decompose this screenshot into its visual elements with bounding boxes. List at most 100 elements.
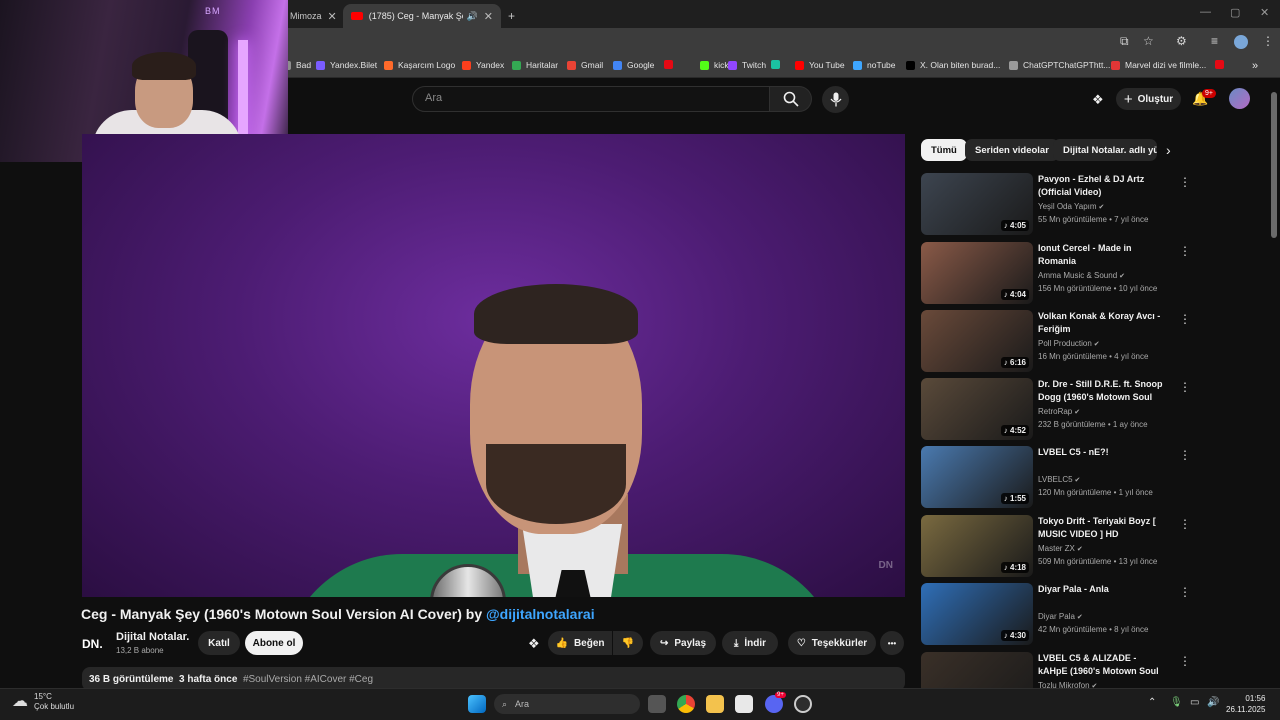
bookmark-item[interactable]: Google (613, 60, 654, 70)
more-options-icon[interactable]: ⋮ (1179, 312, 1191, 326)
suggested-channel-name[interactable]: Amma Music & Sound ✔ (1038, 271, 1125, 280)
bookmark-item[interactable] (771, 60, 785, 69)
dislike-button[interactable]: 👎 (613, 631, 643, 655)
weather-widget[interactable]: ☁ 15°C Çok bulutlu (12, 692, 74, 712)
more-options-icon[interactable]: ⋮ (1179, 244, 1191, 258)
video-thumbnail[interactable]: ♪ 6:16 (921, 310, 1033, 372)
subscribe-button[interactable]: Abone ol (245, 631, 303, 655)
bookmark-item[interactable]: You Tube (795, 60, 845, 70)
search-input[interactable]: Ara (412, 86, 770, 112)
file-explorer-icon[interactable] (706, 695, 724, 713)
bookmark-item[interactable]: Yandex.Bilet (316, 60, 377, 70)
suggested-video-title[interactable]: Dr. Dre - Still D.R.E. ft. Snoop Dogg (1… (1038, 378, 1168, 404)
video-thumbnail[interactable]: ♪ 4:52 (921, 378, 1033, 440)
bookmark-item[interactable]: X. Olan biten burad... (906, 60, 1000, 70)
thanks-button[interactable]: ♡ Teşekkürler (788, 631, 876, 655)
chip-series[interactable]: Seriden videolar (965, 139, 1059, 161)
bookmark-item[interactable]: Marvel dizi ve filmle... (1111, 60, 1206, 70)
suggested-video-title[interactable]: Ionut Cercel - Made in Romania (1038, 242, 1168, 268)
ai-sparkle-icon[interactable]: ❖ (528, 636, 540, 652)
tab-mimoza[interactable]: Mimoza ✕ (282, 4, 340, 28)
bookmark-item[interactable]: Twitch (728, 60, 766, 70)
bookmark-item[interactable]: Gmail (567, 60, 603, 70)
suggested-video-title[interactable]: LVBEL C5 - nE?! (1038, 446, 1168, 459)
tray-chevron-up-icon[interactable]: ⌃ (1148, 697, 1156, 708)
task-view-icon[interactable] (648, 695, 666, 713)
suggested-video-title[interactable]: Volkan Konak & Koray Avcı - Feriğim (1038, 310, 1168, 336)
tray-microphone-icon[interactable]: 🎙 (1170, 697, 1183, 708)
chrome-icon[interactable] (677, 695, 695, 713)
voice-search-button[interactable] (822, 86, 849, 113)
bookmark-item[interactable]: noTube (853, 60, 896, 70)
suggested-video-title[interactable]: Pavyon - Ezhel & DJ Artz (Official Video… (1038, 173, 1168, 199)
bookmark-item[interactable] (664, 60, 678, 69)
suggested-video[interactable]: ♪ 4:05 Pavyon - Ezhel & DJ Artz (Official… (921, 173, 1191, 235)
suggested-video[interactable]: ♪ 4:04 Ionut Cercel - Made in Romania Amma… (921, 242, 1191, 304)
close-icon[interactable]: ✕ (478, 10, 493, 23)
bookmark-star-icon[interactable]: ☆ (1143, 34, 1154, 48)
bookmark-item[interactable] (1215, 60, 1229, 69)
download-button[interactable]: ⤓ İndir (722, 631, 778, 655)
channel-handle-link[interactable]: @dijitalnotalarai (486, 606, 595, 622)
video-thumbnail[interactable]: ♪ 4:30 (921, 583, 1033, 645)
maximize-button[interactable]: ▢ (1230, 6, 1240, 19)
bookmark-item[interactable]: Yandex (462, 60, 504, 70)
suggested-channel-name[interactable]: Poll Production ✔ (1038, 339, 1100, 348)
chevron-right-icon[interactable]: › (1166, 142, 1171, 158)
video-thumbnail[interactable]: ♪ 4:04 (921, 242, 1033, 304)
speaker-icon[interactable]: 🔊 (467, 11, 478, 22)
profile-avatar[interactable] (1234, 35, 1248, 49)
browser-menu-icon[interactable]: ⋮ (1262, 34, 1274, 48)
more-bookmarks-button[interactable]: » (1252, 60, 1258, 72)
hashtags[interactable]: #SoulVersion #AICover #Ceg (243, 674, 373, 685)
tab-youtube-video[interactable]: (1785) Ceg - Manyak Şey (1960's Motown S… (343, 4, 501, 28)
video-thumbnail[interactable]: ♪ 4:18 (921, 515, 1033, 577)
microsoft-store-icon[interactable] (735, 695, 753, 713)
tray-volume-icon[interactable]: 🔊 (1207, 697, 1219, 708)
suggested-channel-name[interactable]: Yeşil Oda Yapım ✔ (1038, 202, 1104, 211)
chip-channel[interactable]: Dijital Notalar. adlı yük (1053, 139, 1157, 161)
suggested-video-title[interactable]: Diyar Pala - Anla (1038, 583, 1168, 596)
bookmark-item[interactable]: ChatGPTChatGPThtt... (1009, 60, 1110, 70)
window-close-button[interactable]: ✕ (1260, 6, 1269, 19)
chip-all[interactable]: Tümü (921, 139, 967, 161)
bookmark-item[interactable]: Kaşarcım Logo (384, 60, 455, 70)
more-options-icon[interactable]: ⋮ (1179, 585, 1191, 599)
account-avatar[interactable] (1229, 88, 1250, 109)
close-icon[interactable]: ✕ (322, 10, 337, 23)
new-tab-button[interactable]: + (504, 4, 522, 28)
suggested-video[interactable]: ♪ 1:55 LVBEL C5 - nE?! LVBELC5 ✔ 120 Mn gör… (921, 446, 1191, 508)
system-clock[interactable]: 01:56 26.11.2025 (1226, 693, 1265, 715)
cast-icon[interactable]: ⧉ (1120, 34, 1129, 49)
video-thumbnail[interactable]: ♪ 4:05 (921, 173, 1033, 235)
suggested-video-title[interactable]: Tokyo Drift - Teriyaki Boyz [ MUSIC VIDE… (1038, 515, 1168, 541)
join-button[interactable]: Katıl (198, 631, 240, 655)
channel-name[interactable]: Dijital Notalar. (116, 631, 189, 643)
create-button[interactable]: + Oluştur (1116, 88, 1181, 110)
more-options-icon[interactable]: ⋮ (1179, 175, 1191, 189)
more-options-icon[interactable]: ⋮ (1179, 448, 1191, 462)
premium-gift-icon[interactable]: ❖ (1092, 92, 1104, 108)
more-actions-button[interactable]: ••• (880, 631, 904, 655)
minimize-button[interactable]: — (1200, 6, 1211, 18)
start-menu-icon[interactable] (468, 695, 486, 713)
extensions-icon[interactable]: ⚙ (1176, 34, 1187, 48)
suggested-channel-name[interactable]: RetroRap ✔ (1038, 407, 1080, 416)
video-player[interactable]: DN (82, 134, 905, 597)
suggested-video[interactable]: ♪ 4:52 Dr. Dre - Still D.R.E. ft. Snoop D… (921, 378, 1191, 440)
more-options-icon[interactable]: ⋮ (1179, 517, 1191, 531)
share-button[interactable]: ↪ Paylaş (650, 631, 716, 655)
channel-logo[interactable]: DN. (82, 632, 108, 656)
suggested-video[interactable]: ♪ 6:16 Volkan Konak & Koray Avcı - Feriği… (921, 310, 1191, 372)
like-button[interactable]: 👍 Beğen (548, 631, 612, 655)
bookmark-item[interactable]: Haritalar (512, 60, 558, 70)
scrollbar-thumb[interactable] (1271, 92, 1277, 238)
suggested-channel-name[interactable]: LVBELC5 ✔ (1038, 475, 1080, 484)
bookmark-item[interactable]: kick (700, 60, 729, 70)
more-options-icon[interactable]: ⋮ (1179, 654, 1191, 668)
obs-icon[interactable] (794, 695, 812, 713)
suggested-video-title[interactable]: LVBEL C5 & ALIZADE - kAHpE (1960's Motow… (1038, 652, 1168, 678)
suggested-video[interactable]: ♪ 4:30 Diyar Pala - Anla Diyar Pala ✔ 42 Mn… (921, 583, 1191, 645)
suggested-video[interactable]: ♪ 4:18 Tokyo Drift - Teriyaki Boyz [ MUSI… (921, 515, 1191, 577)
suggested-channel-name[interactable]: Diyar Pala ✔ (1038, 612, 1083, 621)
